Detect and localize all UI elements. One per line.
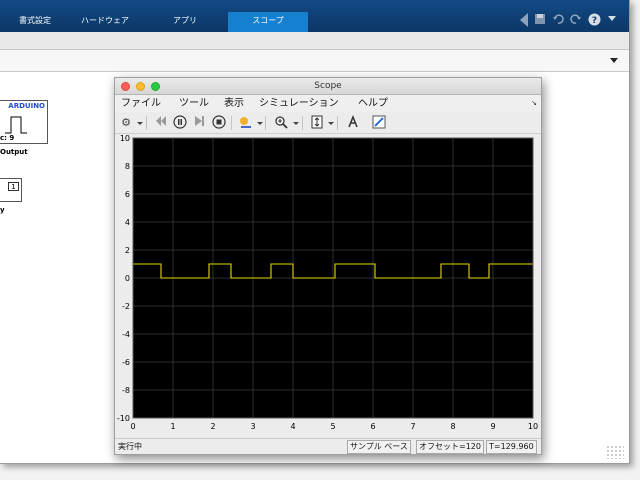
toolstrip-arrow-icon[interactable] bbox=[520, 13, 528, 27]
tab-scope[interactable]: スコープ bbox=[228, 12, 308, 32]
step-forward-icon[interactable] bbox=[191, 115, 207, 131]
zoom-icon[interactable] bbox=[273, 115, 289, 131]
x-tick-label: 10 bbox=[528, 422, 538, 431]
y-tick-label: 0 bbox=[125, 274, 130, 283]
stop-icon[interactable] bbox=[211, 115, 227, 131]
x-tick-label: 1 bbox=[170, 422, 175, 431]
run-icon[interactable] bbox=[172, 115, 188, 131]
autoscale-icon[interactable] bbox=[309, 115, 325, 131]
constant-block-name: y bbox=[0, 206, 5, 214]
screen: 書式設定 ハードウェア アプリ スコープ ? ARDUINO c: 9 Outp… bbox=[0, 0, 640, 480]
status-time: T=129.960 bbox=[486, 440, 537, 454]
arduino-block-name: Output bbox=[0, 148, 28, 156]
ribbon-content bbox=[0, 32, 629, 50]
address-bar[interactable] bbox=[0, 50, 629, 72]
arduino-logo: ARDUINO bbox=[8, 102, 45, 110]
menu-view[interactable]: 表示 bbox=[224, 97, 244, 110]
x-tick-label: 8 bbox=[450, 422, 455, 431]
scope-plot[interactable]: 0 1 2 3 4 5 6 7 8 9 10 10 8 6 4 2 0 -2 -4 -6 -8 -10 bbox=[115, 135, 541, 438]
menu-collapse-icon[interactable]: ↘ bbox=[531, 99, 537, 107]
constant-block[interactable]: 1 bbox=[0, 178, 22, 202]
toolbar-separator bbox=[302, 116, 303, 130]
ribbon: 書式設定 ハードウェア アプリ スコープ ? bbox=[0, 0, 629, 32]
y-tick-label: 6 bbox=[125, 190, 130, 199]
x-tick-label: 9 bbox=[490, 422, 495, 431]
y-tick-label: -8 bbox=[122, 386, 130, 395]
scope-statusbar: 実行中 サンプル ベース オフセット=120 T=129.960 bbox=[115, 438, 541, 454]
help-icon[interactable]: ? bbox=[586, 13, 602, 27]
tab-apps[interactable]: アプリ bbox=[150, 12, 220, 32]
menu-file[interactable]: ファイル bbox=[121, 97, 161, 110]
toolbar-separator bbox=[265, 116, 266, 130]
x-tick-label: 4 bbox=[290, 422, 295, 431]
scope-titlebar[interactable]: Scope bbox=[115, 78, 541, 95]
x-tick-label: 7 bbox=[410, 422, 415, 431]
y-tick-label: 8 bbox=[125, 162, 130, 171]
toolbar-separator bbox=[231, 116, 232, 130]
scope-menubar: ファイル ツール 表示 シミュレーション ヘルプ ↘ bbox=[115, 95, 541, 112]
settings-dropdown-icon[interactable] bbox=[137, 122, 143, 125]
quick-access-toolbar: ? bbox=[520, 12, 620, 28]
scope-title: Scope bbox=[314, 81, 342, 91]
y-tick-label: 10 bbox=[120, 135, 130, 143]
tab-hardware[interactable]: ハードウェア bbox=[70, 12, 140, 32]
x-tick-label: 5 bbox=[330, 422, 335, 431]
highlight-dropdown-icon[interactable] bbox=[257, 122, 263, 125]
y-tick-label: -4 bbox=[122, 330, 130, 339]
signal-select-icon[interactable] bbox=[345, 114, 361, 131]
dropdown-icon[interactable] bbox=[604, 13, 620, 27]
redo-icon[interactable] bbox=[568, 13, 584, 27]
highlight-icon[interactable] bbox=[237, 115, 253, 131]
autoscale-dropdown-icon[interactable] bbox=[328, 122, 334, 125]
toolbar-separator bbox=[146, 116, 147, 130]
x-tick-label: 0 bbox=[130, 422, 135, 431]
menu-tools[interactable]: ツール bbox=[179, 97, 209, 110]
constant-value: 1 bbox=[8, 182, 19, 191]
status-running: 実行中 bbox=[118, 442, 142, 451]
y-tick-label: 4 bbox=[125, 218, 130, 227]
settings-icon[interactable]: ⚙ bbox=[118, 115, 134, 131]
menu-simulation[interactable]: シミュレーション bbox=[259, 97, 339, 110]
y-tick-label: -2 bbox=[122, 302, 130, 311]
step-back-icon[interactable] bbox=[153, 115, 169, 131]
x-tick-label: 3 bbox=[250, 422, 255, 431]
menu-help[interactable]: ヘルプ bbox=[358, 97, 388, 110]
y-tick-label: -6 bbox=[122, 358, 130, 367]
x-tick-label: 2 bbox=[210, 422, 215, 431]
address-dropdown-icon[interactable] bbox=[610, 58, 618, 63]
toolbar-separator bbox=[337, 116, 338, 130]
undo-icon[interactable] bbox=[550, 13, 566, 27]
status-offset: オフセット=120 bbox=[416, 440, 484, 454]
style-icon[interactable] bbox=[371, 115, 387, 131]
status-sample-mode: サンプル ベース bbox=[347, 440, 411, 454]
y-tick-label: 2 bbox=[125, 246, 130, 255]
pulse-icon bbox=[5, 116, 27, 134]
help-glyph: ? bbox=[591, 16, 596, 26]
save-icon[interactable] bbox=[532, 13, 548, 27]
resize-grip[interactable] bbox=[606, 445, 624, 459]
scope-window: Scope ファイル ツール 表示 シミュレーション ヘルプ ↘ ⚙ 0 1 2… bbox=[114, 77, 542, 455]
tab-format[interactable]: 書式設定 bbox=[10, 12, 60, 32]
x-tick-label: 6 bbox=[370, 422, 375, 431]
scope-toolbar: ⚙ bbox=[115, 112, 541, 134]
zoom-dropdown-icon[interactable] bbox=[293, 122, 299, 125]
arduino-pin-label: c: 9 bbox=[0, 134, 15, 142]
y-tick-label: -10 bbox=[117, 414, 130, 423]
